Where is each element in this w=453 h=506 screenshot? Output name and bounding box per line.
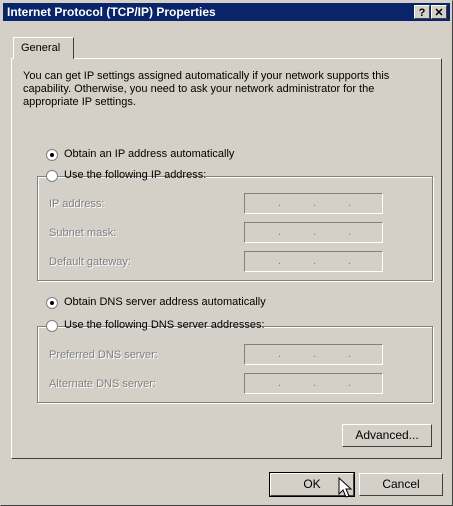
- alternate-dns-label: Alternate DNS server:: [49, 378, 156, 390]
- window-title: Internet Protocol (TCP/IP) Properties: [7, 5, 216, 19]
- radio-selected-icon: [46, 149, 58, 161]
- radio-obtain-ip-auto[interactable]: Obtain an IP address automatically: [46, 148, 234, 162]
- tab-general[interactable]: General: [13, 37, 74, 59]
- ip-address-input[interactable]: ...: [244, 193, 383, 214]
- radio-selected-icon: [46, 297, 58, 309]
- tab-general-label: General: [21, 42, 61, 54]
- description-text: You can get IP settings assigned automat…: [23, 70, 390, 108]
- preferred-dns-label: Preferred DNS server:: [49, 349, 158, 361]
- radio-use-following-ip[interactable]: Use the following IP address:: [46, 169, 206, 183]
- ip-address-label: IP address:: [49, 198, 105, 210]
- cancel-button[interactable]: Cancel: [359, 473, 443, 496]
- default-gateway-input[interactable]: ...: [244, 251, 383, 272]
- radio-unselected-icon: [46, 320, 58, 332]
- default-gateway-label: Default gateway:: [49, 256, 131, 268]
- radio-use-following-dns-label: Use the following DNS server addresses:: [64, 319, 265, 331]
- radio-use-following-ip-label: Use the following IP address:: [64, 169, 207, 181]
- dialog-window: Internet Protocol (TCP/IP) Properties ? …: [0, 0, 453, 506]
- help-icon: ?: [418, 7, 426, 19]
- subnet-mask-input[interactable]: ...: [244, 222, 383, 243]
- advanced-button[interactable]: Advanced...: [342, 424, 432, 447]
- radio-obtain-dns-auto[interactable]: Obtain DNS server address automatically: [46, 296, 266, 310]
- radio-unselected-icon: [46, 170, 58, 182]
- subnet-mask-label: Subnet mask:: [49, 227, 117, 239]
- title-bar[interactable]: Internet Protocol (TCP/IP) Properties ? …: [3, 3, 450, 21]
- close-button[interactable]: ✕: [431, 5, 447, 19]
- radio-use-following-dns[interactable]: Use the following DNS server addresses:: [46, 319, 265, 333]
- close-icon: ✕: [434, 7, 444, 19]
- preferred-dns-input[interactable]: ...: [244, 344, 383, 365]
- alternate-dns-input[interactable]: ...: [244, 373, 383, 394]
- radio-obtain-dns-auto-label: Obtain DNS server address automatically: [64, 296, 266, 308]
- help-button[interactable]: ?: [414, 5, 430, 19]
- mouse-pointer-icon: [338, 477, 353, 498]
- radio-obtain-ip-auto-label: Obtain an IP address automatically: [64, 148, 235, 160]
